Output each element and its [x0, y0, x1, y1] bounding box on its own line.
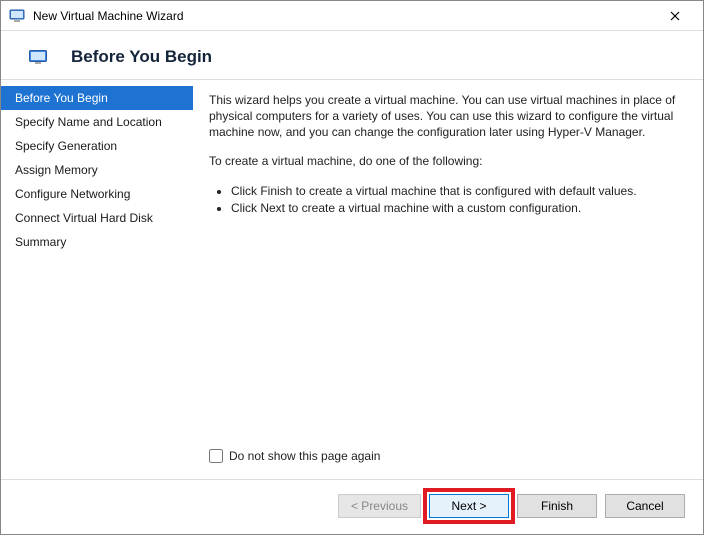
wizard-footer: < Previous Next > Finish Cancel	[1, 479, 703, 534]
titlebar: New Virtual Machine Wizard	[1, 1, 703, 31]
wizard-header: Before You Begin	[1, 31, 703, 79]
page-title: Before You Begin	[71, 47, 212, 67]
previous-button: < Previous	[338, 494, 421, 518]
option-next: Click Next to create a virtual machine w…	[231, 200, 687, 217]
cancel-button[interactable]: Cancel	[605, 494, 685, 518]
step-summary[interactable]: Summary	[1, 230, 193, 254]
wizard-steps-sidebar: Before You Begin Specify Name and Locati…	[1, 80, 193, 479]
do-not-show-label[interactable]: Do not show this page again	[229, 449, 380, 463]
prompt-text: To create a virtual machine, do one of t…	[209, 153, 687, 169]
option-finish: Click Finish to create a virtual machine…	[231, 183, 687, 200]
intro-text: This wizard helps you create a virtual m…	[209, 92, 687, 141]
options-list: Click Finish to create a virtual machine…	[231, 183, 687, 217]
finish-button[interactable]: Finish	[517, 494, 597, 518]
wizard-icon	[29, 50, 47, 64]
app-icon	[9, 8, 25, 24]
wizard-page-body: This wizard helps you create a virtual m…	[193, 80, 703, 479]
step-specify-generation[interactable]: Specify Generation	[1, 134, 193, 158]
window-title: New Virtual Machine Wizard	[33, 9, 655, 23]
step-connect-vhd[interactable]: Connect Virtual Hard Disk	[1, 206, 193, 230]
step-assign-memory[interactable]: Assign Memory	[1, 158, 193, 182]
next-button[interactable]: Next >	[429, 494, 509, 518]
step-specify-name-location[interactable]: Specify Name and Location	[1, 110, 193, 134]
step-before-you-begin[interactable]: Before You Begin	[1, 86, 193, 110]
close-button[interactable]	[655, 2, 695, 30]
content-area: Before You Begin Specify Name and Locati…	[1, 79, 703, 479]
do-not-show-row: Do not show this page again	[209, 449, 687, 469]
step-configure-networking[interactable]: Configure Networking	[1, 182, 193, 206]
do-not-show-checkbox[interactable]	[209, 449, 223, 463]
